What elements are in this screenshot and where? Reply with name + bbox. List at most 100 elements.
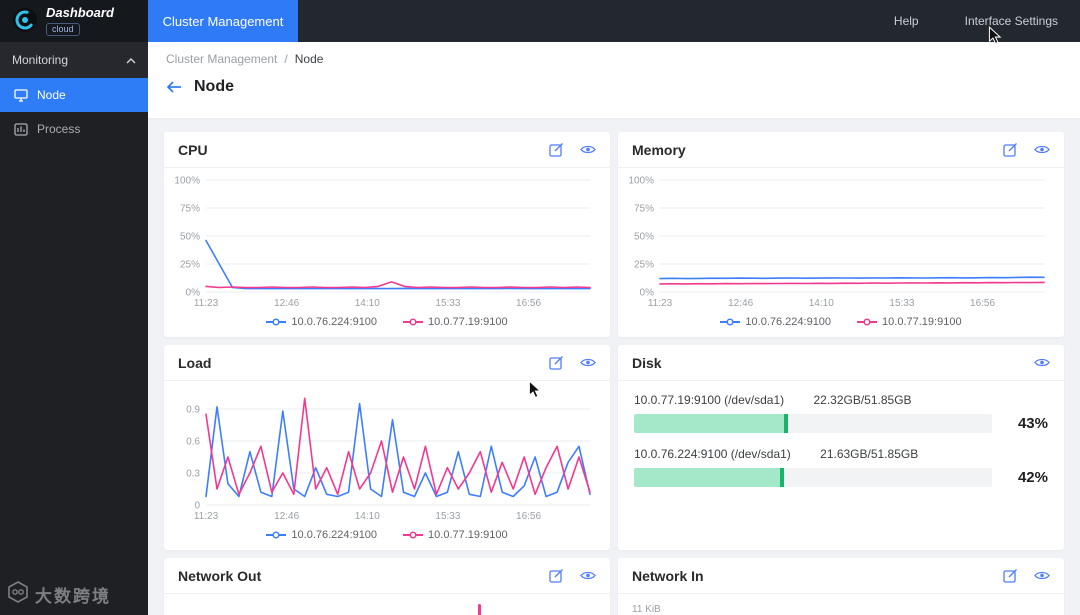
- network-out-card: Network Out: [164, 558, 610, 615]
- svg-text:16:56: 16:56: [516, 511, 541, 522]
- svg-text:50%: 50%: [634, 232, 654, 243]
- disk-percent: 43%: [1006, 415, 1048, 432]
- sidebar-item-label: Process: [37, 122, 80, 136]
- svg-text:75%: 75%: [634, 204, 654, 215]
- chevron-up-icon: [126, 53, 136, 67]
- load-edit-button[interactable]: [549, 355, 564, 370]
- network-in-edit-button[interactable]: [1003, 568, 1018, 583]
- network-out-view-button[interactable]: [580, 570, 596, 581]
- chart-legend[interactable]: 10.0.76.224:9100 10.0.77.19:9100: [164, 523, 610, 547]
- cpu-chart: 0%25%50%75%100%11:2312:4614:1015:3316:56: [166, 172, 604, 310]
- svg-text:15:33: 15:33: [889, 298, 914, 309]
- disk-progress-fill: [634, 468, 784, 487]
- sidebar: Monitoring Node Process 大数跨境: [0, 42, 148, 615]
- svg-text:11:23: 11:23: [194, 298, 219, 309]
- edit-icon: [1003, 142, 1018, 157]
- y-axis-tick-label: 11 KiB: [632, 604, 661, 615]
- edit-icon: [1003, 568, 1018, 583]
- topbar-links: Help Interface Settings: [894, 0, 1080, 42]
- svg-text:0.6: 0.6: [186, 437, 200, 448]
- process-icon: [14, 123, 28, 136]
- sidebar-group-label: Monitoring: [12, 53, 68, 67]
- network-in-card: Network In 11 KiB: [618, 558, 1064, 615]
- svg-text:12:46: 12:46: [274, 298, 299, 309]
- page-title: Node: [194, 78, 234, 96]
- logo-icon: [12, 7, 38, 36]
- network-out-chart: [164, 594, 610, 615]
- breadcrumb-parent[interactable]: Cluster Management: [166, 52, 277, 66]
- watermark-logo-icon: [6, 580, 30, 609]
- svg-text:12:46: 12:46: [274, 511, 299, 522]
- help-link[interactable]: Help: [894, 14, 919, 28]
- logo-badge: cloud: [46, 23, 80, 36]
- svg-text:25%: 25%: [634, 260, 654, 271]
- legend-item[interactable]: 10.0.77.19:9100: [857, 316, 962, 328]
- watermark: 大数跨境: [6, 580, 111, 609]
- page-header: Cluster Management / Node Node: [148, 42, 1080, 118]
- cpu-edit-button[interactable]: [549, 142, 564, 157]
- svg-text:16:56: 16:56: [970, 298, 995, 309]
- edit-icon: [549, 568, 564, 583]
- eye-icon: [580, 144, 596, 155]
- eye-icon: [1034, 144, 1050, 155]
- dashboard-grid: CPU 0%25%50%75%100%11:2312:4614:1015:331…: [148, 118, 1080, 615]
- breadcrumb: Cluster Management / Node: [166, 52, 1062, 66]
- disk-row: 10.0.76.224:9100 (/dev/sda1) 21.63GB/51.…: [634, 447, 1048, 487]
- memory-edit-button[interactable]: [1003, 142, 1018, 157]
- legend-item[interactable]: 10.0.76.224:9100: [266, 316, 377, 328]
- network-in-chart: 11 KiB: [618, 594, 1064, 615]
- svg-text:0.9: 0.9: [186, 405, 200, 416]
- card-title: Memory: [632, 142, 686, 158]
- node-icon: [14, 89, 28, 102]
- memory-view-button[interactable]: [1034, 144, 1050, 155]
- eye-icon: [580, 570, 596, 581]
- back-button[interactable]: [166, 80, 182, 94]
- disk-progress-bar: [634, 468, 992, 487]
- svg-text:50%: 50%: [180, 232, 200, 243]
- logo-title: Dashboard: [46, 6, 114, 20]
- legend-item[interactable]: 10.0.76.224:9100: [720, 316, 831, 328]
- breadcrumb-separator: /: [284, 52, 287, 66]
- tab-cluster-management[interactable]: Cluster Management: [148, 0, 298, 42]
- svg-text:0.3: 0.3: [186, 469, 200, 480]
- svg-text:15:33: 15:33: [435, 511, 460, 522]
- memory-chart: 0%25%50%75%100%11:2312:4614:1015:3316:56: [620, 172, 1058, 310]
- svg-text:15:33: 15:33: [435, 298, 460, 309]
- legend-item[interactable]: 10.0.77.19:9100: [403, 529, 508, 541]
- load-card: Load 00.30.60.911:2312:4614:1015:3316:56…: [164, 345, 610, 550]
- disk-usage: 21.63GB/51.85GB: [820, 447, 918, 461]
- watermark-text: 大数跨境: [35, 582, 111, 607]
- cpu-card: CPU 0%25%50%75%100%11:2312:4614:1015:331…: [164, 132, 610, 337]
- disk-node-label: 10.0.77.19:9100 (/dev/sda1): [634, 393, 784, 407]
- disk-card: Disk 10.0.77.19:9100 (/dev/sda1) 22.32GB…: [618, 345, 1064, 550]
- sidebar-item-node[interactable]: Node: [0, 78, 148, 112]
- svg-text:0%: 0%: [640, 288, 655, 299]
- memory-card: Memory 0%25%50%75%100%11:2312:4614:1015:…: [618, 132, 1064, 337]
- disk-percent: 42%: [1006, 469, 1048, 486]
- main-area: Cluster Management / Node Node CPU: [148, 42, 1080, 615]
- svg-text:16:56: 16:56: [516, 298, 541, 309]
- svg-text:14:10: 14:10: [809, 298, 834, 309]
- disk-view-button[interactable]: [1034, 357, 1050, 368]
- breadcrumb-current: Node: [295, 52, 324, 66]
- disk-progress-fill: [634, 414, 788, 433]
- load-view-button[interactable]: [580, 357, 596, 368]
- card-title: Disk: [632, 355, 662, 371]
- legend-item[interactable]: 10.0.77.19:9100: [403, 316, 508, 328]
- sidebar-group-monitoring[interactable]: Monitoring: [0, 42, 148, 78]
- sidebar-item-label: Node: [37, 88, 66, 102]
- cpu-view-button[interactable]: [580, 144, 596, 155]
- load-chart: 00.30.60.911:2312:4614:1015:3316:56: [166, 385, 604, 523]
- legend-item[interactable]: 10.0.76.224:9100: [266, 529, 377, 541]
- card-title: CPU: [178, 142, 208, 158]
- sidebar-item-process[interactable]: Process: [0, 112, 148, 146]
- chart-legend[interactable]: 10.0.76.224:9100 10.0.77.19:9100: [618, 310, 1064, 334]
- svg-text:14:10: 14:10: [355, 298, 380, 309]
- chart-legend[interactable]: 10.0.76.224:9100 10.0.77.19:9100: [164, 310, 610, 334]
- network-in-view-button[interactable]: [1034, 570, 1050, 581]
- interface-settings-link[interactable]: Interface Settings: [965, 14, 1058, 28]
- svg-text:100%: 100%: [628, 176, 654, 187]
- edit-icon: [549, 142, 564, 157]
- eye-icon: [1034, 357, 1050, 368]
- network-out-edit-button[interactable]: [549, 568, 564, 583]
